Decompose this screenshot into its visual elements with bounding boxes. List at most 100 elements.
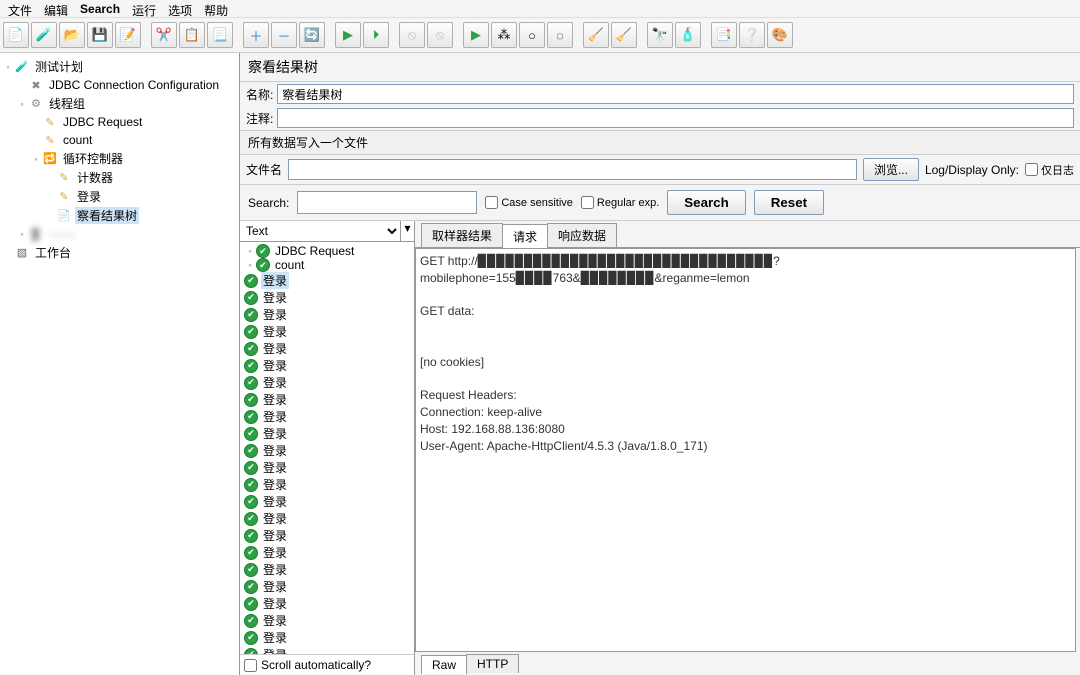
save-button[interactable]: 💾: [87, 22, 113, 48]
tree-workbench[interactable]: ▧工作台: [2, 243, 237, 262]
stop-button[interactable]: ⦸: [399, 22, 425, 48]
tree-thread-group[interactable]: ◦⚙线程组: [2, 94, 237, 113]
panel-title: 察看结果树: [240, 53, 1080, 82]
tree-loop-controller[interactable]: ◦🔁循环控制器: [2, 149, 237, 168]
result-item[interactable]: ✔登录: [242, 340, 412, 357]
search-button[interactable]: Search: [667, 190, 745, 215]
result-item[interactable]: ✔登录: [242, 646, 412, 654]
success-icon: ✔: [244, 444, 258, 458]
success-icon: ✔: [244, 308, 258, 322]
result-item[interactable]: ✔登录: [242, 612, 412, 629]
success-icon: ✔: [256, 258, 270, 272]
result-item[interactable]: ◦✔count: [242, 258, 412, 272]
expand-button[interactable]: ＋: [243, 22, 269, 48]
errors-only-label: 仅日志: [1041, 162, 1074, 178]
request-detail-text[interactable]: GET http://▉▉▉▉▉▉▉▉▉▉▉▉▉▉▉▉▉▉▉▉▉▉▉▉▉▉▉▉▉…: [415, 248, 1076, 652]
results-list[interactable]: ◦✔JDBC Request◦✔count✔登录✔登录✔登录✔登录✔登录✔登录✔…: [240, 242, 414, 654]
result-item[interactable]: ✔登录: [242, 425, 412, 442]
result-item[interactable]: ✔登录: [242, 289, 412, 306]
comment-input[interactable]: [277, 108, 1074, 128]
collapse-button[interactable]: －: [271, 22, 297, 48]
tab-response[interactable]: 响应数据: [547, 223, 617, 247]
menu-run[interactable]: 运行: [132, 2, 156, 15]
result-item[interactable]: ◦✔JDBC Request: [242, 244, 412, 258]
tree-count[interactable]: ✎count: [2, 131, 237, 149]
shutdown-button[interactable]: ⦸: [427, 22, 453, 48]
filename-input[interactable]: [288, 159, 857, 180]
result-item[interactable]: ✔登录: [242, 510, 412, 527]
result-item[interactable]: ✔登录: [242, 595, 412, 612]
help-button[interactable]: ❔: [739, 22, 765, 48]
menu-file[interactable]: 文件: [8, 2, 32, 15]
result-item[interactable]: ✔登录: [242, 493, 412, 510]
templates-button[interactable]: 🧪: [31, 22, 57, 48]
case-sensitive-checkbox[interactable]: [485, 196, 498, 209]
detail-panel: 察看结果树 名称: 注释: 所有数据写入一个文件 文件名 浏览... Log/D…: [240, 53, 1080, 675]
result-item[interactable]: ✔登录: [242, 561, 412, 578]
config-icon: ✖: [28, 77, 44, 93]
menu-search[interactable]: Search: [80, 2, 120, 15]
regex-checkbox[interactable]: [581, 196, 594, 209]
result-item[interactable]: ✔登录: [242, 272, 412, 289]
result-item[interactable]: ✔登录: [242, 442, 412, 459]
result-item[interactable]: ✔登录: [242, 374, 412, 391]
toggle-button[interactable]: 🔄: [299, 22, 325, 48]
tree-root[interactable]: ◦🧪测试计划: [2, 57, 237, 76]
tree-counter[interactable]: ✎计数器: [2, 168, 237, 187]
filename-label: 文件名: [246, 161, 282, 178]
result-item[interactable]: ✔登录: [242, 357, 412, 374]
menu-help[interactable]: 帮助: [204, 2, 228, 15]
results-column: Text ▾ ◦✔JDBC Request◦✔count✔登录✔登录✔登录✔登录…: [240, 221, 415, 675]
browse-button[interactable]: 浏览...: [863, 158, 919, 181]
result-item[interactable]: ✔登录: [242, 306, 412, 323]
new-button[interactable]: 📄: [3, 22, 29, 48]
result-item[interactable]: ✔登录: [242, 391, 412, 408]
errors-only-checkbox[interactable]: [1025, 163, 1038, 176]
save-as-button[interactable]: 📝: [115, 22, 141, 48]
result-item[interactable]: ✔登录: [242, 527, 412, 544]
result-item[interactable]: ✔登录: [242, 459, 412, 476]
name-input[interactable]: [277, 84, 1074, 104]
success-icon: ✔: [244, 274, 258, 288]
clear-button[interactable]: 🧹: [583, 22, 609, 48]
remote-start-all-button[interactable]: ⁂: [491, 22, 517, 48]
menu-edit[interactable]: 编辑: [44, 2, 68, 15]
result-item[interactable]: ✔登录: [242, 544, 412, 561]
copy-button[interactable]: 📋: [179, 22, 205, 48]
regex-label: Regular exp.: [597, 197, 659, 209]
tree-redacted[interactable]: ◦▉––––: [2, 225, 237, 243]
remote-start-button[interactable]: ▶: [463, 22, 489, 48]
misc-button[interactable]: 🎨: [767, 22, 793, 48]
tab-sampler[interactable]: 取样器结果: [421, 223, 503, 247]
menu-options[interactable]: 选项: [168, 2, 192, 15]
remote-stop-button[interactable]: ○: [519, 22, 545, 48]
result-item[interactable]: ✔登录: [242, 476, 412, 493]
cut-button[interactable]: ✂️: [151, 22, 177, 48]
tab-http[interactable]: HTTP: [466, 654, 519, 673]
result-item[interactable]: ✔登录: [242, 408, 412, 425]
dropdown-icon[interactable]: ▾: [400, 221, 414, 241]
run-notimer-button[interactable]: ⏵: [363, 22, 389, 48]
tab-request[interactable]: 请求: [502, 224, 548, 248]
tree-login[interactable]: ✎登录: [2, 187, 237, 206]
clear-all-button[interactable]: 🧹: [611, 22, 637, 48]
result-item[interactable]: ✔登录: [242, 323, 412, 340]
function-helper-button[interactable]: 📑: [711, 22, 737, 48]
tree-jdbc-conn[interactable]: ✖JDBC Connection Configuration: [2, 76, 237, 94]
search-input[interactable]: [297, 191, 477, 214]
find-button[interactable]: 🔭: [647, 22, 673, 48]
run-button[interactable]: ▶: [335, 22, 361, 48]
result-item[interactable]: ✔登录: [242, 629, 412, 646]
scroll-auto-checkbox[interactable]: [244, 659, 257, 672]
reset-search-button[interactable]: 🧴: [675, 22, 701, 48]
tree-results-tree[interactable]: 📄察看结果树: [2, 206, 237, 225]
reset-button[interactable]: Reset: [754, 190, 824, 215]
open-button[interactable]: 📂: [59, 22, 85, 48]
tab-raw[interactable]: Raw: [421, 655, 467, 674]
render-select[interactable]: Text: [240, 221, 400, 241]
result-item[interactable]: ✔登录: [242, 578, 412, 595]
remote-stop-all-button[interactable]: ◌: [547, 22, 573, 48]
tree-jdbc-request[interactable]: ✎JDBC Request: [2, 113, 237, 131]
paste-button[interactable]: 📃: [207, 22, 233, 48]
scroll-auto-label: Scroll automatically?: [261, 658, 371, 672]
